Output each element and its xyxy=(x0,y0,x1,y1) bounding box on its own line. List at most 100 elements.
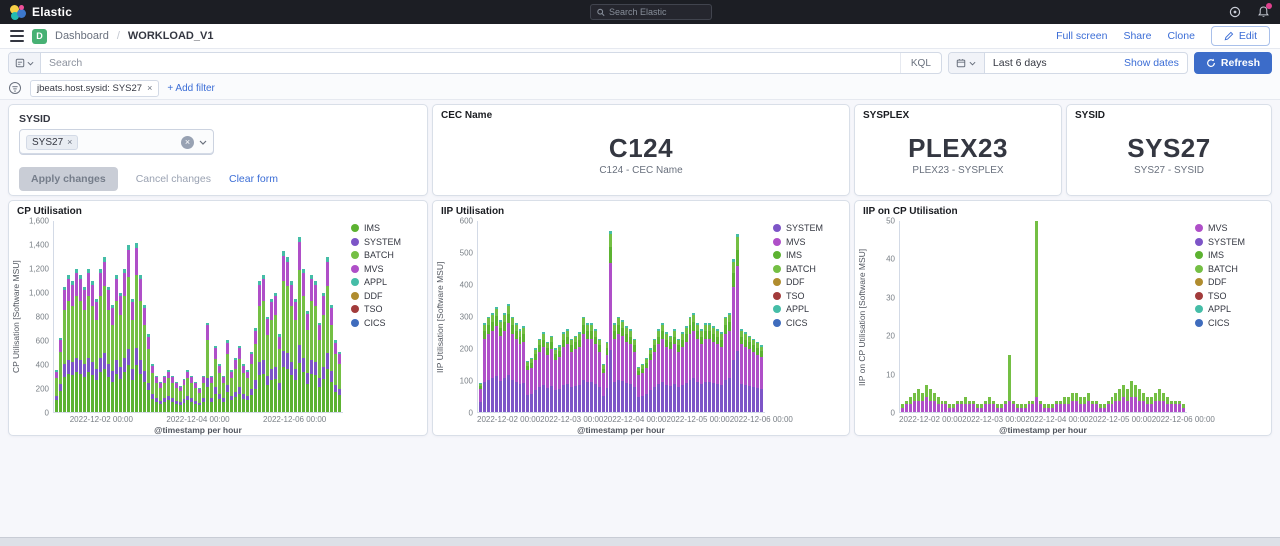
bar[interactable] xyxy=(1055,221,1058,412)
bar[interactable] xyxy=(1016,221,1019,412)
bar[interactable] xyxy=(956,221,959,412)
bar[interactable] xyxy=(318,221,321,412)
bar[interactable] xyxy=(712,221,715,412)
legend-item-mvs[interactable]: MVS xyxy=(351,264,421,274)
global-search-box[interactable] xyxy=(590,4,712,20)
bar[interactable] xyxy=(194,221,197,412)
bar[interactable] xyxy=(107,221,110,412)
bar[interactable] xyxy=(314,221,317,412)
bar[interactable] xyxy=(992,221,995,412)
bar[interactable] xyxy=(692,221,695,412)
bar[interactable] xyxy=(127,221,130,412)
bar[interactable] xyxy=(724,221,727,412)
bar[interactable] xyxy=(234,221,237,412)
legend-item-tso[interactable]: TSO xyxy=(1195,291,1265,301)
bar[interactable] xyxy=(1174,221,1177,412)
bar[interactable] xyxy=(306,221,309,412)
bar[interactable] xyxy=(330,221,333,412)
bar[interactable] xyxy=(210,221,213,412)
bar[interactable] xyxy=(621,221,624,412)
filter-options-button[interactable] xyxy=(8,81,22,95)
bar[interactable] xyxy=(972,221,975,412)
bar[interactable] xyxy=(606,221,609,412)
bar[interactable] xyxy=(310,221,313,412)
bar[interactable] xyxy=(976,221,979,412)
bar[interactable] xyxy=(1162,221,1165,412)
bar[interactable] xyxy=(657,221,660,412)
bar[interactable] xyxy=(574,221,577,412)
breadcrumb-dashboard[interactable]: Dashboard xyxy=(55,30,109,42)
bar[interactable] xyxy=(1071,221,1074,412)
bar[interactable] xyxy=(103,221,106,412)
bar[interactable] xyxy=(665,221,668,412)
bar[interactable] xyxy=(55,221,58,412)
bar[interactable] xyxy=(546,221,549,412)
bar[interactable] xyxy=(63,221,66,412)
bar[interactable] xyxy=(491,221,494,412)
bar[interactable] xyxy=(1051,221,1054,412)
bar[interactable] xyxy=(67,221,70,412)
bar[interactable] xyxy=(487,221,490,412)
filter-pill[interactable]: jbeats.host.sysid: SYS27 × xyxy=(30,80,159,97)
bar[interactable] xyxy=(1035,221,1038,412)
global-search-input[interactable] xyxy=(609,7,705,17)
calendar-menu-button[interactable] xyxy=(949,53,985,73)
bar[interactable] xyxy=(617,221,620,412)
cp-utilisation-bars[interactable] xyxy=(53,221,343,413)
bar[interactable] xyxy=(1008,221,1011,412)
bar[interactable] xyxy=(980,221,983,412)
bar[interactable] xyxy=(582,221,585,412)
bar[interactable] xyxy=(123,221,126,412)
bar[interactable] xyxy=(1031,221,1034,412)
bar[interactable] xyxy=(534,221,537,412)
bar[interactable] xyxy=(905,221,908,412)
bar[interactable] xyxy=(87,221,90,412)
bar[interactable] xyxy=(685,221,688,412)
bar[interactable] xyxy=(1059,221,1062,412)
legend-item-mvs[interactable]: MVS xyxy=(1195,223,1265,233)
bar[interactable] xyxy=(566,221,569,412)
legend-item-ddf[interactable]: DDF xyxy=(351,291,421,301)
bar[interactable] xyxy=(913,221,916,412)
bar[interactable] xyxy=(602,221,605,412)
bar[interactable] xyxy=(1118,221,1121,412)
legend-item-mvs[interactable]: MVS xyxy=(773,237,843,247)
bar[interactable] xyxy=(515,221,518,412)
apply-changes-button[interactable]: Apply changes xyxy=(19,167,118,191)
bar[interactable] xyxy=(1095,221,1098,412)
sysid-tag[interactable]: SYS27 × xyxy=(26,135,78,150)
bar[interactable] xyxy=(1107,221,1110,412)
bar[interactable] xyxy=(1122,221,1125,412)
menu-hamburger-icon[interactable] xyxy=(10,30,24,42)
bar[interactable] xyxy=(1020,221,1023,412)
bar[interactable] xyxy=(598,221,601,412)
bar[interactable] xyxy=(1083,221,1086,412)
legend-item-appl[interactable]: APPL xyxy=(1195,304,1265,314)
legend-item-system[interactable]: SYSTEM xyxy=(351,237,421,247)
bar[interactable] xyxy=(1063,221,1066,412)
saved-query-menu-button[interactable] xyxy=(9,53,41,73)
bar[interactable] xyxy=(298,221,301,412)
bar[interactable] xyxy=(988,221,991,412)
legend-item-ddf[interactable]: DDF xyxy=(1195,277,1265,287)
bar[interactable] xyxy=(151,221,154,412)
bar[interactable] xyxy=(550,221,553,412)
bar[interactable] xyxy=(183,221,186,412)
bar[interactable] xyxy=(322,221,325,412)
bar[interactable] xyxy=(629,221,632,412)
bar[interactable] xyxy=(499,221,502,412)
dashboard-app-badge[interactable]: D xyxy=(32,29,47,44)
bar[interactable] xyxy=(554,221,557,412)
bar[interactable] xyxy=(246,221,249,412)
bar[interactable] xyxy=(79,221,82,412)
bar[interactable] xyxy=(964,221,967,412)
bar[interactable] xyxy=(653,221,656,412)
bar[interactable] xyxy=(901,221,904,412)
bar[interactable] xyxy=(1154,221,1157,412)
full-screen-link[interactable]: Full screen xyxy=(1056,30,1107,42)
bar[interactable] xyxy=(933,221,936,412)
bar[interactable] xyxy=(1079,221,1082,412)
bar[interactable] xyxy=(542,221,545,412)
bar[interactable] xyxy=(1130,221,1133,412)
bar[interactable] xyxy=(139,221,142,412)
